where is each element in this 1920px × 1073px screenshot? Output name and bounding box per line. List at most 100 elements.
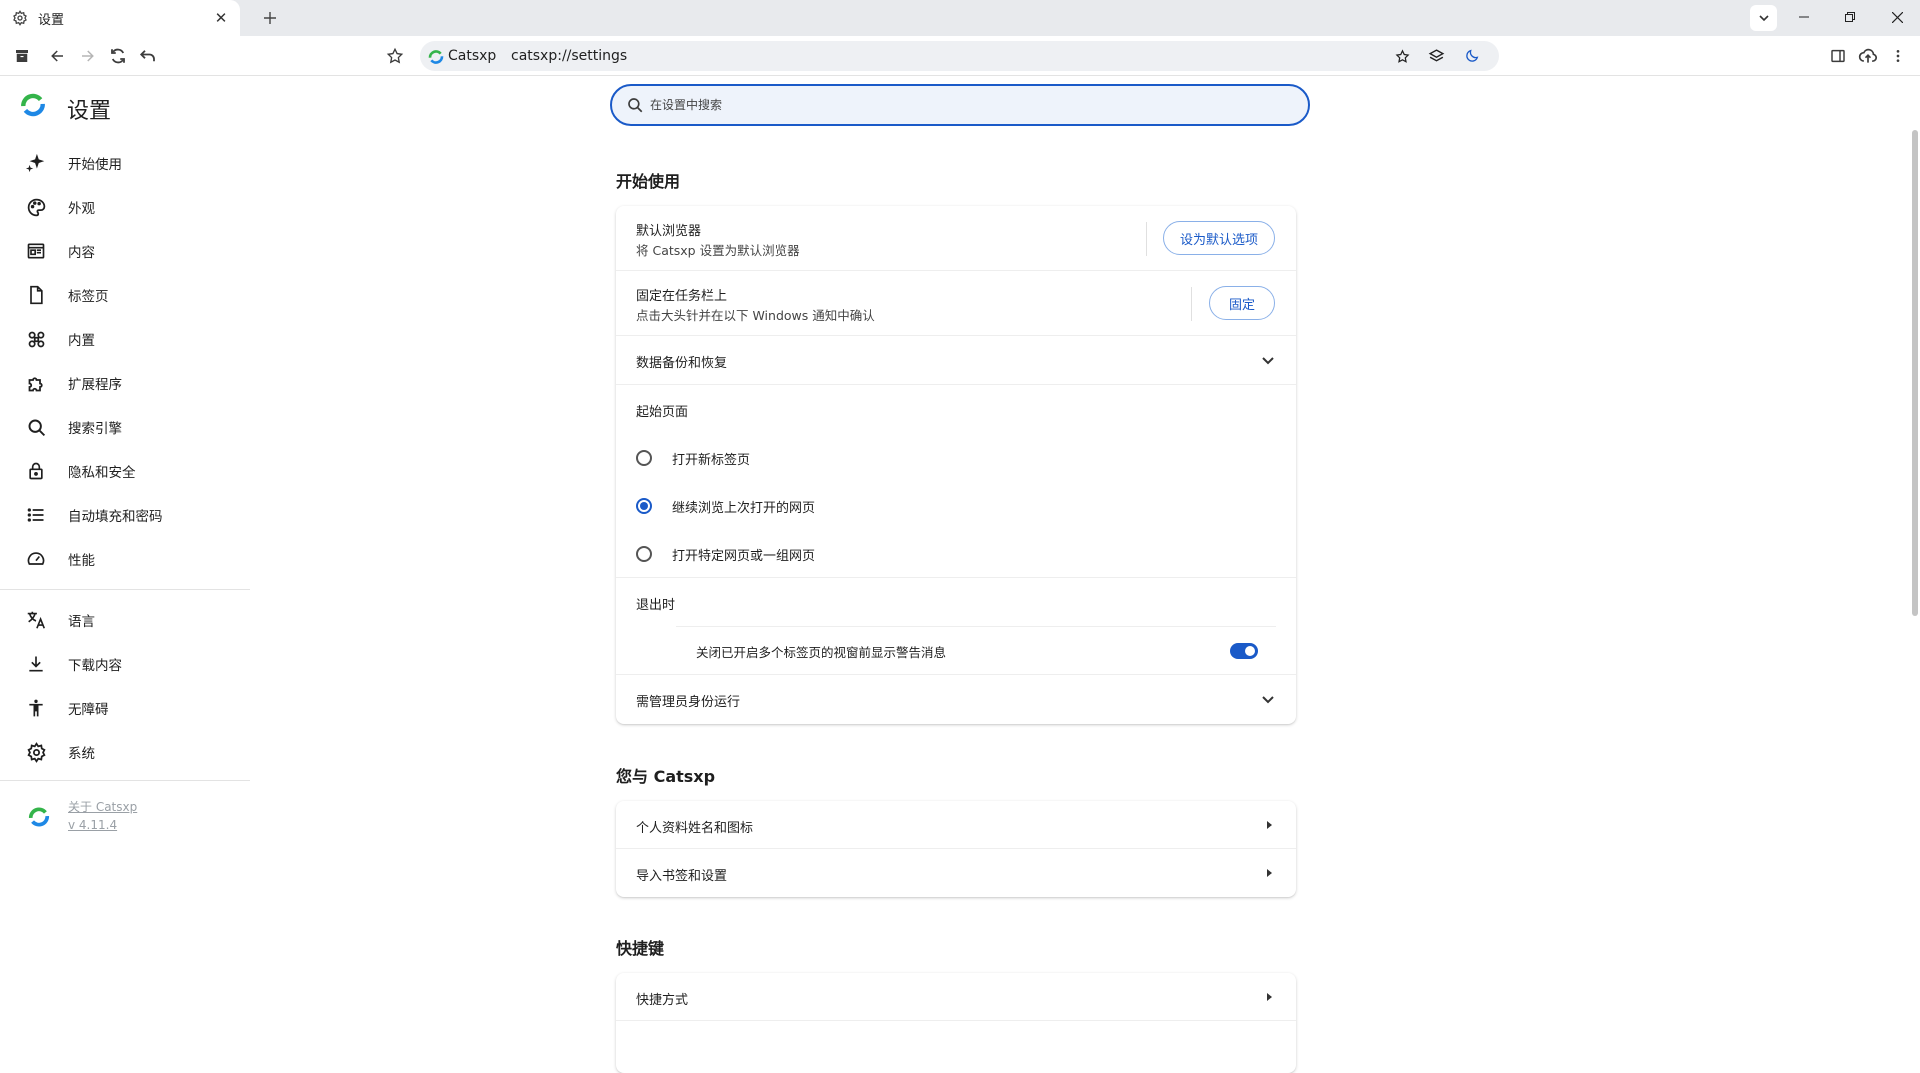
page-icon <box>24 283 48 307</box>
minimize-button[interactable] <box>1781 0 1827 34</box>
translate-icon <box>24 608 48 632</box>
layers-icon[interactable] <box>1424 44 1448 68</box>
tab-settings[interactable]: 设置 ✕ <box>0 0 240 36</box>
row-title: 起始页面 <box>636 405 689 420</box>
row-title: 默认浏览器 <box>636 224 702 239</box>
tab-search-button[interactable] <box>1750 5 1777 31</box>
admin-row[interactable]: 需管理员身份运行 <box>616 675 1296 724</box>
backup-row[interactable]: 数据备份和恢复 <box>616 336 1296 385</box>
address-brand: Catsxp <box>448 48 497 64</box>
row-title: 数据备份和恢复 <box>636 356 728 371</box>
address-bar[interactable]: Catsxp catsxp://settings <box>420 41 1499 71</box>
sidebar-item-autofill[interactable]: 自动填充和密码 <box>0 497 250 533</box>
warn-on-close-toggle[interactable] <box>1230 643 1258 659</box>
catsxp-logo-icon <box>28 806 50 828</box>
settings-title: 设置 <box>67 99 112 124</box>
scrollbar-thumb[interactable] <box>1912 130 1918 616</box>
section-title-get-started: 开始使用 <box>616 172 681 191</box>
row-title: 退出时 <box>636 598 676 613</box>
content-icon <box>24 239 48 263</box>
forward-icon[interactable] <box>76 44 100 68</box>
row-subtitle: 将 Catsxp 设置为默认浏览器 <box>636 243 800 258</box>
divider <box>1191 287 1192 321</box>
row-title: 固定在任务栏上 <box>636 289 728 304</box>
import-row[interactable]: 导入书签和设置 <box>616 849 1296 897</box>
row-label: 关闭已开启多个标签页的视窗前显示警告消息 <box>696 645 947 660</box>
accessibility-icon <box>24 696 48 720</box>
on-exit-row: 退出时 关闭已开启多个标签页的视窗前显示警告消息 <box>616 578 1296 675</box>
arrow-right-icon[interactable] <box>1267 869 1272 877</box>
sidebar-item-performance[interactable]: 性能 <box>0 541 250 577</box>
restore-button[interactable] <box>1827 0 1873 34</box>
version-link[interactable]: v 4.11.4 <box>68 818 117 832</box>
archive-icon[interactable] <box>10 44 34 68</box>
sidebar-item-content[interactable]: 内容 <box>0 233 250 269</box>
new-tab-button[interactable] <box>258 6 282 30</box>
profile-row[interactable]: 个人资料姓名和图标 <box>616 801 1296 849</box>
divider <box>1146 222 1147 256</box>
section-title-you-and-catsxp: 您与 Catsxp <box>616 767 716 786</box>
sidebar-item-search-engine[interactable]: 搜索引擎 <box>0 409 250 445</box>
radio-continue[interactable] <box>636 498 652 514</box>
search-icon <box>24 415 48 439</box>
sidebar-item-get-started[interactable]: 开始使用 <box>0 145 250 181</box>
chevron-down-icon[interactable] <box>1260 352 1276 368</box>
search-icon <box>626 96 644 114</box>
close-window-button[interactable] <box>1874 0 1920 34</box>
bookmark-page-icon[interactable] <box>1390 44 1414 68</box>
tab-title: 设置 <box>38 12 65 28</box>
sidebar-item-system[interactable]: 系统 <box>0 734 250 770</box>
arrow-right-icon[interactable] <box>1267 993 1272 1001</box>
command-icon <box>24 327 48 351</box>
dark-mode-moon-icon[interactable] <box>1460 44 1484 68</box>
radio-label: 打开新标签页 <box>672 453 751 468</box>
default-browser-row: 默认浏览器 将 Catsxp 设置为默认浏览器 设为默认选项 <box>616 206 1296 271</box>
sidebar-item-extensions[interactable]: 扩展程序 <box>0 365 250 401</box>
sidebar-item-tabs[interactable]: 标签页 <box>0 277 250 313</box>
bookmark-star-icon[interactable] <box>383 44 407 68</box>
set-default-button[interactable]: 设为默认选项 <box>1163 221 1275 255</box>
tab-strip: 设置 ✕ <box>0 0 1920 36</box>
gear-icon <box>12 10 28 26</box>
close-tab-icon[interactable]: ✕ <box>212 9 230 27</box>
more-menu-icon[interactable] <box>1886 44 1910 68</box>
sparkle-icon <box>24 151 48 175</box>
pin-button[interactable]: 固定 <box>1209 286 1275 320</box>
browser-toolbar: Catsxp catsxp://settings <box>0 36 1920 76</box>
back-icon[interactable] <box>45 44 69 68</box>
sidebar-item-languages[interactable]: 语言 <box>0 602 250 638</box>
settings-sidebar: 设置 开始使用 外观 内容 标签页 内置 扩展程序 搜索引擎 隐私和安全 自动填… <box>0 76 250 1040</box>
lock-icon <box>24 459 48 483</box>
sidebar-item-downloads[interactable]: 下载内容 <box>0 646 250 682</box>
about-link[interactable]: 关于 Catsxp <box>68 798 137 815</box>
shortcuts-row[interactable]: 快捷方式 <box>616 973 1296 1021</box>
cloud-upload-icon[interactable] <box>1856 44 1880 68</box>
sidebar-item-appearance[interactable]: 外观 <box>0 189 250 225</box>
settings-search[interactable] <box>610 84 1310 126</box>
you-and-card: 个人资料姓名和图标 导入书签和设置 <box>616 801 1296 897</box>
row-title: 快捷方式 <box>636 993 689 1008</box>
get-started-card: 默认浏览器 将 Catsxp 设置为默认浏览器 设为默认选项 固定在任务栏上 点… <box>616 206 1296 724</box>
section-title-shortcuts: 快捷键 <box>616 939 665 958</box>
sidebar-item-builtin[interactable]: 内置 <box>0 321 250 357</box>
sidebar-divider <box>0 780 250 781</box>
row-title: 导入书签和设置 <box>636 869 728 884</box>
row-title: 个人资料姓名和图标 <box>636 821 754 836</box>
download-icon <box>24 652 48 676</box>
sidebar-item-accessibility[interactable]: 无障碍 <box>0 690 250 726</box>
radio-label: 打开特定网页或一组网页 <box>672 549 816 564</box>
pin-taskbar-row: 固定在任务栏上 点击大头针并在以下 Windows 通知中确认 固定 <box>616 271 1296 336</box>
reload-icon[interactable] <box>106 44 130 68</box>
arrow-right-icon[interactable] <box>1267 821 1272 829</box>
address-url[interactable]: catsxp://settings <box>511 48 627 64</box>
radio-specific-pages[interactable] <box>636 546 652 562</box>
gear-icon <box>24 740 48 764</box>
search-input[interactable] <box>650 94 1250 116</box>
radio-new-tab[interactable] <box>636 450 652 466</box>
sidebar-item-privacy[interactable]: 隐私和安全 <box>0 453 250 489</box>
undo-close-icon[interactable] <box>136 44 160 68</box>
side-panel-icon[interactable] <box>1826 44 1850 68</box>
row-subtitle: 点击大头针并在以下 Windows 通知中确认 <box>636 308 875 323</box>
chevron-down-icon[interactable] <box>1260 691 1276 707</box>
sidebar-divider <box>0 589 250 590</box>
